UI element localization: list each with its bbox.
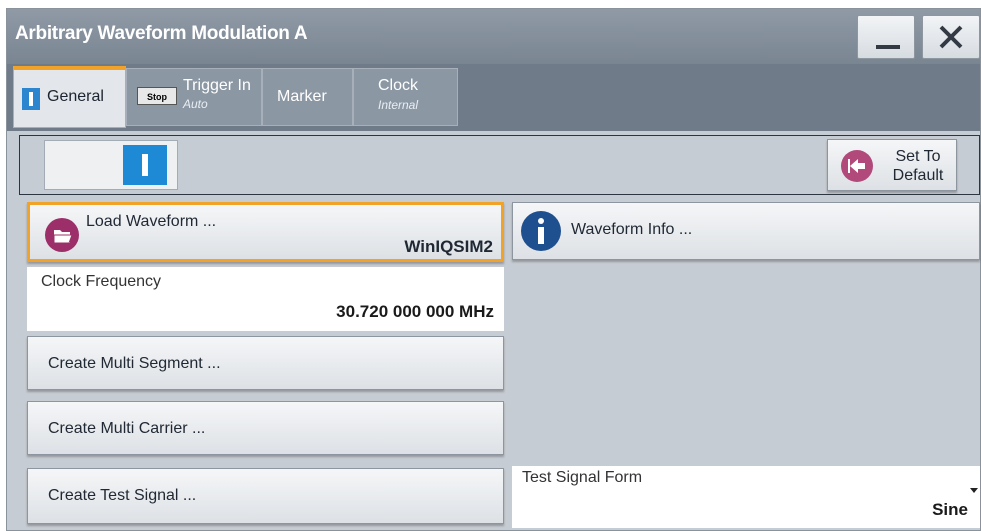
close-button[interactable] — [922, 15, 980, 59]
tab-bar: General Stop Trigger In Auto Marker Cloc… — [7, 64, 980, 131]
load-waveform-value: WinIQSIM2 — [404, 237, 493, 256]
close-icon — [939, 25, 963, 49]
minimize-button[interactable] — [857, 15, 915, 59]
minimize-icon — [876, 45, 900, 49]
tab-clock-sublabel: Internal — [378, 98, 419, 112]
clock-frequency-label: Clock Frequency — [41, 273, 162, 290]
tab-general-label: General — [47, 88, 104, 105]
tab-clock-label: Clock — [378, 77, 419, 94]
set-to-default-line1: Set To — [895, 148, 941, 165]
title-bar: Arbitrary Waveform Modulation A — [7, 9, 980, 64]
create-multi-carrier-button[interactable]: Create Multi Carrier ... — [27, 401, 504, 455]
clock-frequency-field[interactable]: Clock Frequency 30.720 000 000 MHz — [27, 267, 504, 331]
tab-marker[interactable]: Marker — [262, 68, 353, 126]
chevron-down-icon — [970, 488, 978, 493]
tab-trigger-in[interactable]: Stop Trigger In Auto — [126, 68, 262, 126]
set-to-default-line2: Default — [892, 167, 944, 184]
test-signal-form-label: Test Signal Form — [522, 469, 643, 486]
dialog-title: Arbitrary Waveform Modulation A — [15, 23, 308, 44]
general-panel: Set To Default Load Waveform ... WinIQSI… — [7, 131, 980, 531]
clock-frequency-value: 30.720 000 000 MHz — [336, 302, 494, 321]
create-multi-carrier-label: Create Multi Carrier ... — [48, 420, 206, 437]
waveform-info-label: Waveform Info ... — [571, 221, 693, 238]
create-test-signal-label: Create Test Signal ... — [48, 487, 197, 504]
arb-dialog: Arbitrary Waveform Modulation A General … — [6, 8, 981, 531]
tab-trigger-sublabel: Auto — [183, 97, 208, 111]
create-multi-segment-label: Create Multi Segment ... — [48, 355, 221, 372]
folder-open-icon — [45, 218, 79, 252]
tab-marker-label: Marker — [277, 88, 327, 105]
waveform-info-button[interactable]: Waveform Info ... — [512, 202, 980, 260]
load-waveform-label: Load Waveform ... — [86, 213, 217, 230]
state-indicator-icon — [22, 88, 40, 110]
info-icon — [521, 211, 561, 251]
load-waveform-button[interactable]: Load Waveform ... WinIQSIM2 — [27, 202, 504, 262]
return-arrow-icon — [841, 150, 873, 182]
tab-trigger-label: Trigger In — [183, 77, 251, 94]
set-to-default-button[interactable]: Set To Default — [827, 139, 957, 191]
tab-general[interactable]: General — [13, 66, 126, 128]
toggle-knob — [123, 145, 167, 185]
create-test-signal-button[interactable]: Create Test Signal ... — [27, 468, 504, 524]
stop-badge: Stop — [137, 87, 177, 105]
create-multi-segment-button[interactable]: Create Multi Segment ... — [27, 336, 504, 390]
set-to-default-label: Set To Default — [886, 147, 950, 185]
tab-clock[interactable]: Clock Internal — [353, 68, 458, 126]
test-signal-form-dropdown[interactable]: Test Signal Form Sine — [512, 466, 980, 528]
state-toggle[interactable] — [44, 140, 178, 190]
test-signal-form-value: Sine — [932, 500, 968, 519]
